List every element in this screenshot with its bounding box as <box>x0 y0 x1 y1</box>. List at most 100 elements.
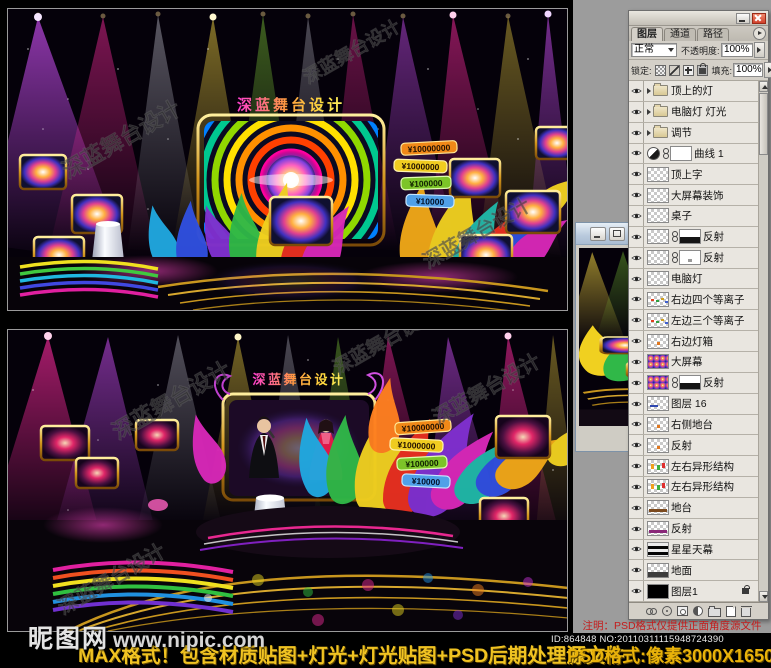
eye-icon[interactable] <box>631 149 642 157</box>
layer-row[interactable]: 大屏幕装饰 <box>629 185 758 206</box>
eye-icon[interactable] <box>631 108 642 116</box>
eye-icon[interactable] <box>631 191 642 199</box>
layer-visibility-cell[interactable] <box>629 206 644 226</box>
eye-icon[interactable] <box>631 400 642 408</box>
layer-visibility-cell[interactable] <box>629 102 644 122</box>
new-layer-icon[interactable] <box>726 606 736 617</box>
lock-pixels-icon[interactable] <box>669 65 680 76</box>
layer-row[interactable]: 反射 <box>629 519 758 540</box>
layer-visibility-cell[interactable] <box>629 123 644 143</box>
layer-row[interactable]: 地台 <box>629 498 758 519</box>
group-expander-icon[interactable] <box>647 109 651 115</box>
eye-icon[interactable] <box>631 316 642 324</box>
layer-visibility-cell[interactable] <box>629 185 644 205</box>
layer-visibility-cell[interactable] <box>629 477 644 497</box>
layer-row[interactable]: 电脑灯 <box>629 269 758 290</box>
layer-visibility-cell[interactable] <box>629 331 644 351</box>
layer-row[interactable]: 图层 16 <box>629 394 758 415</box>
layer-row[interactable]: 大屏幕 <box>629 352 758 373</box>
layer-row[interactable]: 反射 <box>629 248 758 269</box>
panel-minimize-button[interactable] <box>736 13 750 24</box>
layer-row[interactable]: 反射 <box>629 373 758 394</box>
layer-visibility-cell[interactable] <box>629 394 644 414</box>
layer-row[interactable]: 桌子 <box>629 206 758 227</box>
eye-icon[interactable] <box>631 483 642 491</box>
eye-icon[interactable] <box>631 525 642 533</box>
lock-position-icon[interactable] <box>683 65 694 76</box>
layer-visibility-cell[interactable] <box>629 248 644 268</box>
eye-icon[interactable] <box>631 87 642 95</box>
tab-channels[interactable]: 通道 <box>664 28 696 41</box>
lock-transparency-icon[interactable] <box>655 65 666 76</box>
layer-style-icon[interactable] <box>662 606 672 616</box>
layer-visibility-cell[interactable] <box>629 227 644 247</box>
layer-row[interactable]: 顶上的灯 <box>629 81 758 102</box>
layer-visibility-cell[interactable] <box>629 519 644 539</box>
layer-row[interactable]: 反射 <box>629 227 758 248</box>
eye-icon[interactable] <box>631 129 642 137</box>
layer-row[interactable]: 反射 <box>629 435 758 456</box>
layer-row[interactable]: 图层1 <box>629 581 758 602</box>
panel-menu-button[interactable] <box>753 27 766 40</box>
tab-paths[interactable]: 路径 <box>697 28 729 41</box>
group-expander-icon[interactable] <box>647 88 651 94</box>
layer-row[interactable]: 左右异形结构 <box>629 456 758 477</box>
eye-icon[interactable] <box>631 358 642 366</box>
layers-panel-titlebar[interactable] <box>629 11 768 26</box>
adjustment-layer-icon[interactable] <box>693 606 703 616</box>
new-group-icon[interactable] <box>708 608 721 617</box>
eye-icon[interactable] <box>631 441 642 449</box>
layer-visibility-cell[interactable] <box>629 310 644 330</box>
opacity-value[interactable]: 100% <box>721 43 753 57</box>
layer-row[interactable]: 星星天幕 <box>629 540 758 561</box>
add-mask-icon[interactable] <box>677 606 688 616</box>
blend-mode-select[interactable]: 正常 <box>631 43 677 57</box>
layer-visibility-cell[interactable] <box>629 269 644 289</box>
layer-row[interactable]: 右边四个等离子 <box>629 289 758 310</box>
layer-row[interactable]: 右边灯箱 <box>629 331 758 352</box>
layer-row[interactable]: 地面 <box>629 560 758 581</box>
eye-icon[interactable] <box>631 275 642 283</box>
layer-visibility-cell[interactable] <box>629 560 644 580</box>
fill-value[interactable]: 100% <box>733 63 763 77</box>
eye-icon[interactable] <box>631 504 642 512</box>
lock-all-icon[interactable] <box>697 65 708 76</box>
eye-icon[interactable] <box>631 566 642 574</box>
eye-icon[interactable] <box>631 233 642 241</box>
delete-layer-icon[interactable] <box>741 608 751 617</box>
doc-restore-button[interactable] <box>609 227 625 241</box>
layer-row[interactable]: 右侧地台 <box>629 415 758 436</box>
doc-minimize-button[interactable] <box>590 227 606 241</box>
layer-visibility-cell[interactable] <box>629 352 644 372</box>
layer-row[interactable]: 左右异形结构 <box>629 477 758 498</box>
tab-layers[interactable]: 图层 <box>631 27 663 41</box>
layers-scrollbar[interactable] <box>758 81 768 602</box>
layer-row[interactable]: 曲线 1 <box>629 144 758 165</box>
layer-row[interactable]: 左边三个等离子 <box>629 310 758 331</box>
layer-row[interactable]: 调节 <box>629 123 758 144</box>
eye-icon[interactable] <box>631 212 642 220</box>
layer-visibility-cell[interactable] <box>629 164 644 184</box>
layer-visibility-cell[interactable] <box>629 81 644 101</box>
group-expander-icon[interactable] <box>647 130 651 136</box>
eye-icon[interactable] <box>631 545 642 553</box>
layer-row[interactable]: 顶上字 <box>629 164 758 185</box>
opacity-stepper[interactable] <box>754 42 765 58</box>
eye-icon[interactable] <box>631 337 642 345</box>
layer-visibility-cell[interactable] <box>629 373 644 393</box>
panel-close-button[interactable] <box>752 13 766 24</box>
fill-stepper[interactable] <box>764 62 771 78</box>
eye-icon[interactable] <box>631 420 642 428</box>
layer-row[interactable]: 电脑灯 灯光 <box>629 102 758 123</box>
layer-visibility-cell[interactable] <box>629 581 644 601</box>
eye-icon[interactable] <box>631 462 642 470</box>
layer-visibility-cell[interactable] <box>629 540 644 560</box>
layer-visibility-cell[interactable] <box>629 435 644 455</box>
layer-visibility-cell[interactable] <box>629 498 644 518</box>
eye-icon[interactable] <box>631 170 642 178</box>
eye-icon[interactable] <box>631 254 642 262</box>
eye-icon[interactable] <box>631 295 642 303</box>
layer-visibility-cell[interactable] <box>629 456 644 476</box>
layer-visibility-cell[interactable] <box>629 415 644 435</box>
eye-icon[interactable] <box>631 587 642 595</box>
